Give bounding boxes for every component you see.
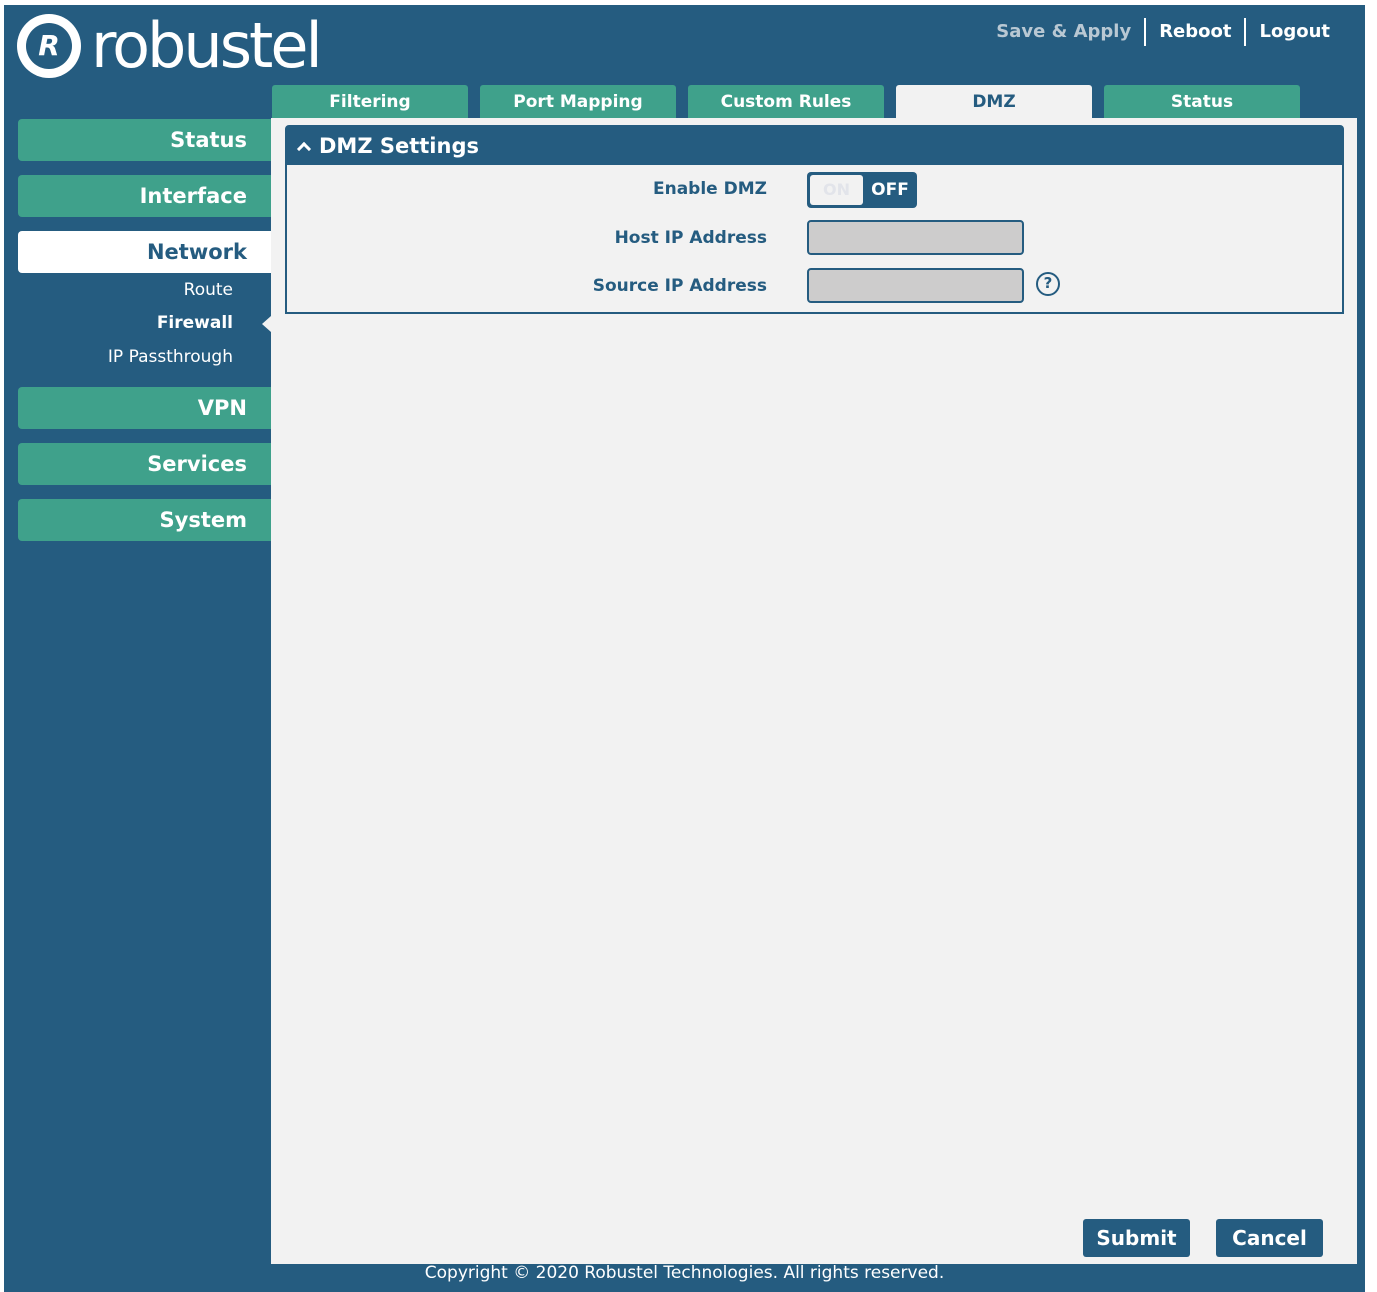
sidebar-subitem-firewall[interactable]: Firewall xyxy=(157,313,233,333)
main-content: DMZ Settings Enable DMZ ON OFF Host IP A… xyxy=(271,118,1357,1264)
active-item-pointer xyxy=(262,316,271,332)
enable-dmz-toggle[interactable]: ON OFF xyxy=(807,172,917,208)
dmz-settings-panel: DMZ Settings Enable DMZ ON OFF Host IP A… xyxy=(285,125,1344,314)
sidebar-item-system[interactable]: System xyxy=(18,499,271,541)
toggle-on-option[interactable]: ON xyxy=(810,175,863,205)
tab-dmz[interactable]: DMZ xyxy=(896,85,1092,118)
copyright-footer: Copyright © 2020 Robustel Technologies. … xyxy=(424,1263,945,1283)
host-ip-label: Host IP Address xyxy=(614,228,767,248)
tab-filtering[interactable]: Filtering xyxy=(272,85,468,118)
logo-mark-icon: R xyxy=(17,14,81,78)
app-frame: R robustel Save & Apply Reboot Logout Fi… xyxy=(4,5,1365,1292)
tab-status[interactable]: Status xyxy=(1104,85,1300,118)
header-actions: Save & Apply Reboot Logout xyxy=(983,18,1343,46)
sidebar-item-vpn[interactable]: VPN xyxy=(18,387,271,429)
logo-mark-letter: R xyxy=(26,23,72,69)
host-ip-input[interactable] xyxy=(807,220,1024,255)
help-circle-icon[interactable]: ? xyxy=(1036,272,1060,296)
chevron-up-icon[interactable] xyxy=(296,141,312,157)
sidebar-item-network[interactable]: Network xyxy=(18,231,271,273)
logo-wordmark: robustel xyxy=(91,9,323,82)
tab-custom-rules[interactable]: Custom Rules xyxy=(688,85,884,118)
submit-button[interactable]: Submit xyxy=(1083,1219,1190,1257)
panel-title: DMZ Settings xyxy=(319,134,479,158)
tab-port-mapping[interactable]: Port Mapping xyxy=(480,85,676,118)
robustel-logo: R robustel xyxy=(17,9,323,82)
sidebar-subitem-route[interactable]: Route xyxy=(184,280,233,300)
source-ip-input[interactable] xyxy=(807,268,1024,303)
sidebar-item-status[interactable]: Status xyxy=(18,119,271,161)
logout-link[interactable]: Logout xyxy=(1246,18,1343,46)
sidebar-item-interface[interactable]: Interface xyxy=(18,175,271,217)
reboot-link[interactable]: Reboot xyxy=(1146,18,1244,46)
save-apply-link[interactable]: Save & Apply xyxy=(983,18,1144,46)
sidebar-item-services[interactable]: Services xyxy=(18,443,271,485)
toggle-off-option[interactable]: OFF xyxy=(863,172,917,208)
enable-dmz-label: Enable DMZ xyxy=(653,179,767,199)
sidebar-subitem-ip-passthrough[interactable]: IP Passthrough xyxy=(108,347,233,367)
cancel-button[interactable]: Cancel xyxy=(1216,1219,1323,1257)
source-ip-label: Source IP Address xyxy=(592,276,767,296)
panel-header[interactable]: DMZ Settings xyxy=(287,127,1342,165)
